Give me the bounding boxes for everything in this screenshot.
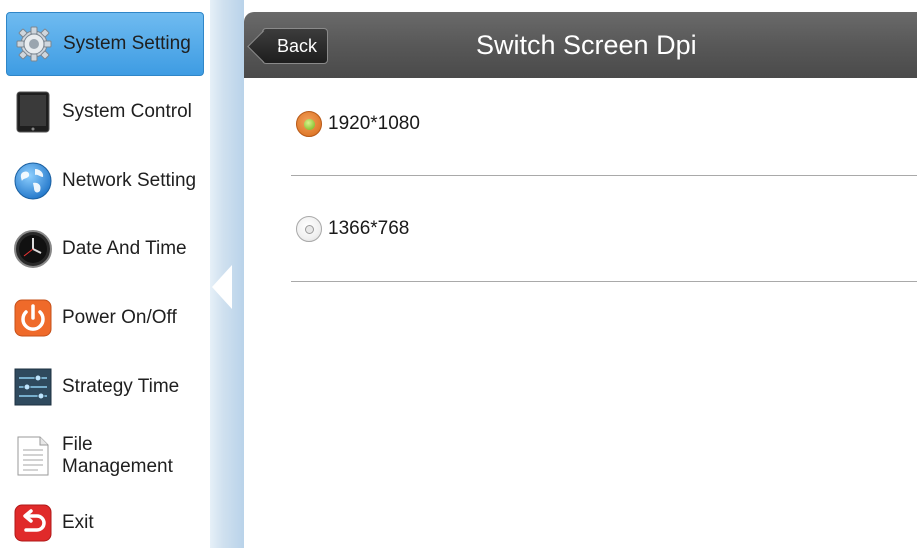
document-icon bbox=[12, 435, 54, 477]
title-bar: Back Switch Screen Dpi bbox=[244, 12, 917, 78]
clock-icon bbox=[12, 228, 54, 270]
radio-button-unselected[interactable] bbox=[296, 216, 322, 242]
back-button[interactable]: Back bbox=[262, 28, 328, 64]
radio-button-selected[interactable] bbox=[296, 111, 322, 137]
sidebar-item-label: Strategy Time bbox=[62, 376, 180, 397]
globe-icon bbox=[12, 160, 54, 202]
dpi-option-1366x768[interactable]: 1366*768 bbox=[296, 216, 409, 242]
sidebar-item-exit[interactable]: Exit bbox=[6, 491, 204, 548]
sidebar-item-network-setting[interactable]: Network Setting bbox=[6, 149, 204, 213]
option-label: 1920*1080 bbox=[328, 113, 420, 134]
sliders-icon bbox=[12, 366, 54, 408]
power-icon bbox=[12, 297, 54, 339]
sidebar-item-label: System Control bbox=[62, 101, 192, 122]
sidebar-item-date-and-time[interactable]: Date And Time bbox=[6, 217, 204, 281]
sidebar-item-system-setting[interactable]: System Setting bbox=[6, 12, 204, 76]
sidebar-item-system-control[interactable]: System Control bbox=[6, 80, 204, 144]
sidebar-item-label: System Setting bbox=[63, 33, 191, 54]
tablet-icon bbox=[12, 91, 54, 133]
sidebar-item-power-on-off[interactable]: Power On/Off bbox=[6, 286, 204, 350]
sidebar-item-label: Power On/Off bbox=[62, 307, 177, 328]
sidebar-item-strategy-time[interactable]: Strategy Time bbox=[6, 355, 204, 419]
sidebar-item-file-management[interactable]: File Management bbox=[6, 424, 204, 488]
divider bbox=[291, 281, 917, 282]
option-label: 1366*768 bbox=[328, 218, 410, 239]
sidebar-item-label: Exit bbox=[62, 512, 94, 533]
gear-icon bbox=[13, 23, 55, 65]
divider bbox=[291, 175, 917, 176]
exit-icon bbox=[12, 502, 54, 544]
dpi-option-1920x1080[interactable]: 1920*1080 bbox=[296, 111, 420, 137]
sidebar-pointer bbox=[212, 265, 232, 309]
sidebar-item-label: Date And Time bbox=[62, 238, 187, 259]
page-title: Switch Screen Dpi bbox=[476, 30, 697, 60]
sidebar-item-label: File Management bbox=[62, 434, 173, 477]
sidebar-item-label: Network Setting bbox=[62, 170, 197, 191]
